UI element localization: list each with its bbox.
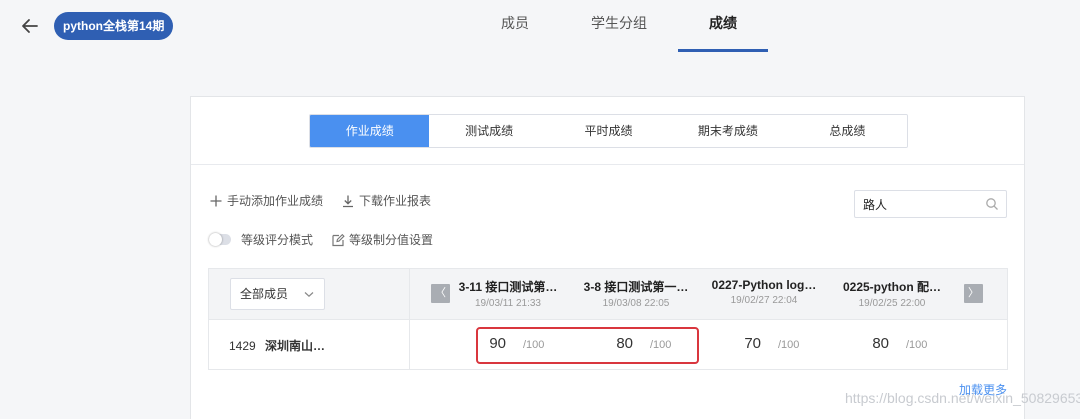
- score-max: /100: [906, 339, 928, 351]
- toolbar: 手动添加作业成绩 下载作业报表: [209, 192, 431, 209]
- search-input[interactable]: [855, 191, 975, 217]
- download-icon: [343, 195, 354, 207]
- add-homework-grade-label: 手动添加作业成绩: [227, 194, 324, 208]
- table-row-member: 1429 深圳南山…: [229, 337, 325, 354]
- table-header: 全部成员 〈 3-11 接口测试第… 19/03/11 21:33 3-8 接口…: [209, 269, 1007, 320]
- download-report-button[interactable]: 下载作业报表: [341, 192, 431, 209]
- column-header[interactable]: 3-8 接口测试第一… 19/03/08 22:05: [577, 278, 695, 309]
- download-report-label: 下载作业报表: [359, 194, 432, 208]
- segment-final-exam-grades[interactable]: 期末考成绩: [668, 115, 788, 147]
- column-title: 0225-python 配…: [842, 280, 942, 294]
- score-cell[interactable]: 70 /100: [701, 335, 811, 357]
- divider: [191, 164, 1024, 165]
- tab-student-groups[interactable]: 学生分组: [574, 0, 664, 52]
- column-title: 3-8 接口测试第一…: [583, 280, 689, 294]
- segment-regular-grades[interactable]: 平时成绩: [548, 115, 669, 147]
- member-filter-select[interactable]: 全部成员: [230, 278, 325, 310]
- chevron-down-icon: [304, 292, 314, 298]
- next-columns-button[interactable]: 〉: [964, 284, 983, 303]
- main-nav: 成员 学生分组 成绩: [470, 0, 768, 52]
- column-time: 19/03/08 22:05: [602, 298, 670, 309]
- prev-columns-button[interactable]: 〈: [431, 284, 450, 303]
- student-name[interactable]: 深圳南山…: [265, 339, 325, 353]
- top-bar: python全栈第14期 成员 学生分组 成绩: [0, 0, 1080, 52]
- column-header[interactable]: 0227-Python log… 19/02/27 22:04: [705, 278, 823, 306]
- grade-mode-label: 等级评分模式: [241, 233, 314, 247]
- tab-grades[interactable]: 成绩: [678, 0, 768, 52]
- column-header[interactable]: 3-11 接口测试第… 19/03/11 21:33: [449, 278, 567, 309]
- watermark: https://blog.csdn.net/weixin_50829653: [845, 390, 1080, 406]
- tab-members[interactable]: 成员: [470, 0, 560, 52]
- score-max: /100: [778, 339, 800, 351]
- add-homework-grade-button[interactable]: 手动添加作业成绩: [209, 192, 323, 209]
- search-box: [854, 190, 1007, 218]
- segment-homework-grades[interactable]: 作业成绩: [310, 115, 430, 147]
- plus-icon: [210, 195, 222, 206]
- grade-mode-toggle-group: 等级评分模式: [209, 231, 313, 248]
- score-cell[interactable]: 80 /100: [829, 335, 939, 357]
- back-arrow-icon[interactable]: [18, 14, 42, 38]
- column-time: 19/02/27 22:04: [730, 295, 798, 306]
- column-divider: [409, 269, 410, 369]
- segment-test-grades[interactable]: 测试成绩: [429, 115, 549, 147]
- grade-mode-toggle[interactable]: [209, 233, 231, 246]
- grading-mode-row: 等级评分模式 等级制分值设置: [209, 231, 433, 248]
- score-value: 70: [744, 335, 761, 352]
- grades-card: 作业成绩 测试成绩 平时成绩 期末考成绩 总成绩 手动添加作业成绩 下载作业报表…: [190, 96, 1025, 419]
- member-filter-value: 全部成员: [240, 287, 289, 301]
- student-id: 1429: [229, 339, 256, 353]
- course-badge[interactable]: python全栈第14期: [54, 12, 174, 40]
- edit-icon: [332, 233, 345, 246]
- segment-total-grades[interactable]: 总成绩: [787, 115, 907, 147]
- grades-table: 全部成员 〈 3-11 接口测试第… 19/03/11 21:33 3-8 接口…: [208, 268, 1008, 370]
- search-icon[interactable]: [985, 197, 999, 211]
- column-title: 0227-Python log…: [711, 278, 817, 292]
- column-time: 19/02/25 22:00: [858, 298, 926, 309]
- column-time: 19/03/11 21:33: [475, 298, 541, 309]
- grade-type-segmented-control: 作业成绩 测试成绩 平时成绩 期末考成绩 总成绩: [309, 114, 908, 148]
- column-title: 3-11 接口测试第…: [458, 280, 558, 294]
- grade-settings-label: 等级制分值设置: [349, 233, 434, 247]
- score-value: 80: [872, 335, 889, 352]
- column-header[interactable]: 0225-python 配… 19/02/25 22:00: [833, 278, 951, 309]
- highlight-box: [476, 327, 699, 364]
- grade-settings-button[interactable]: 等级制分值设置: [331, 231, 433, 248]
